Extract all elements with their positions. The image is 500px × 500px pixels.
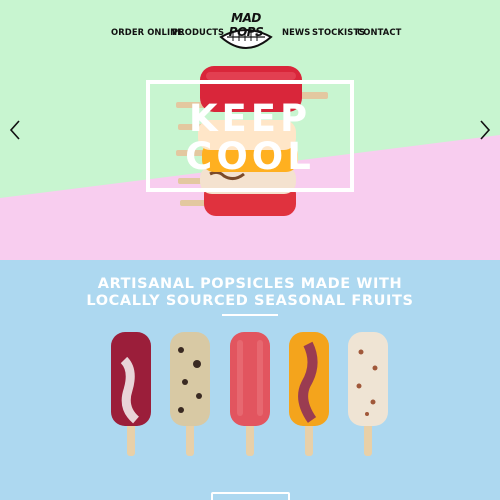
popsicle-mango-image [289,332,329,456]
chevron-right-icon[interactable] [478,118,492,142]
keep-cool-heading: KEEP COOL [146,100,354,176]
popsicle-cookies-image [170,332,210,456]
popsicle-berry-image [111,332,151,456]
shop-button[interactable] [211,492,290,500]
cool-line: COOL [185,135,315,178]
main-nav: ORDER ONLINE PRODUCTS MAD POPS NEWS STOC… [0,0,500,60]
nav-contact[interactable]: CONTACT [357,27,401,37]
nav-news[interactable]: NEWS [282,27,310,37]
keep-line: KEEP [188,97,312,140]
headline-line-2: LOCALLY SOURCED SEASONAL FRUITS [86,293,414,309]
headline-divider [222,314,278,316]
popsicle-watermelon-image [230,332,270,456]
mad-pops-logo[interactable]: MAD POPS [215,11,277,57]
section-headline: ARTISANAL POPSICLES MADE WITH LOCALLY SO… [0,276,500,310]
headline-line-1: ARTISANAL POPSICLES MADE WITH [97,276,403,292]
logo-text: MAD POPS [228,11,264,39]
chevron-left-icon[interactable] [8,118,22,142]
popsicle-cream-image [348,332,388,456]
